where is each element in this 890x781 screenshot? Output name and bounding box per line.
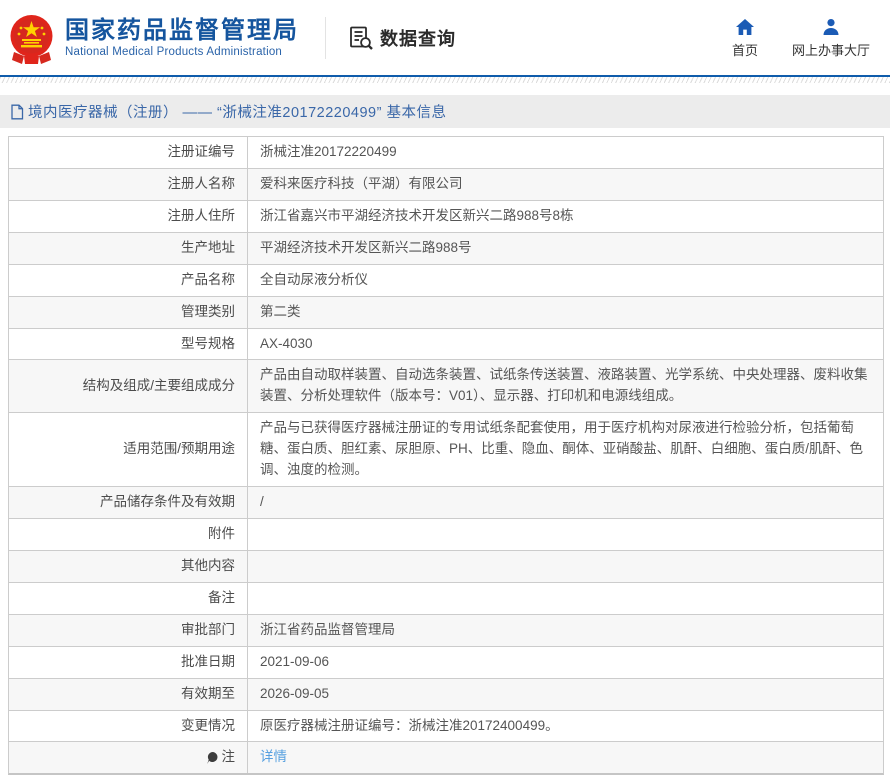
field-label-text: 批准日期 bbox=[181, 652, 235, 673]
table-row: 注册人住所 浙江省嘉兴市平湖经济技术开发区新兴二路988号8栋 bbox=[9, 200, 883, 232]
field-label: 批准日期 bbox=[9, 647, 248, 678]
header-nav: 首页 网上办事大厅 bbox=[732, 17, 876, 59]
table-row: 注 详情 bbox=[9, 741, 883, 773]
table-row: 管理类别 第二类 bbox=[9, 296, 883, 328]
field-label: 备注 bbox=[9, 583, 248, 614]
table-row: 型号规格 AX-4030 bbox=[9, 328, 883, 360]
field-value: / bbox=[248, 487, 883, 518]
field-value: 2021-09-06 bbox=[248, 647, 883, 678]
table-row: 附件 bbox=[9, 518, 883, 550]
table-row: 结构及组成/主要组成成分 产品由自动取样装置、自动选条装置、试纸条传送装置、液路… bbox=[9, 359, 883, 412]
field-value: 2026-09-05 bbox=[248, 679, 883, 710]
nav-service-hall[interactable]: 网上办事大厅 bbox=[792, 17, 870, 59]
field-value: 平湖经济技术开发区新兴二路988号 bbox=[248, 233, 883, 264]
user-icon bbox=[821, 17, 841, 37]
org-name-en: National Medical Products Administration bbox=[65, 46, 299, 58]
doc-search-icon bbox=[348, 25, 374, 51]
table-row: 生产地址 平湖经济技术开发区新兴二路988号 bbox=[9, 232, 883, 264]
field-value: 第二类 bbox=[248, 297, 883, 328]
table-row: 备注 bbox=[9, 582, 883, 614]
field-label-text: 结构及组成/主要组成成分 bbox=[83, 376, 235, 397]
field-value bbox=[248, 583, 883, 614]
field-label: 产品名称 bbox=[9, 265, 248, 296]
field-label: 审批部门 bbox=[9, 615, 248, 646]
field-label-text: 附件 bbox=[208, 524, 235, 545]
field-label: 注册证编号 bbox=[9, 137, 248, 168]
field-label: 生产地址 bbox=[9, 233, 248, 264]
field-label-text: 其他内容 bbox=[181, 556, 235, 577]
field-label-text: 审批部门 bbox=[181, 620, 235, 641]
field-label-text: 管理类别 bbox=[181, 302, 235, 323]
table-row: 注册人名称 爱科来医疗科技（平湖）有限公司 bbox=[9, 168, 883, 200]
table-row: 注册证编号 浙械注准20172220499 bbox=[9, 137, 883, 168]
field-label-text: 产品储存条件及有效期 bbox=[100, 492, 235, 513]
field-value: 原医疗器械注册证编号：浙械注准20172400499。 bbox=[248, 711, 883, 742]
document-icon bbox=[10, 104, 24, 120]
nav-service-hall-label: 网上办事大厅 bbox=[792, 40, 870, 59]
field-label-text: 生产地址 bbox=[181, 238, 235, 259]
page-header: 国家药品监督管理局 National Medical Products Admi… bbox=[0, 0, 890, 75]
field-label: 注册人住所 bbox=[9, 201, 248, 232]
field-value: 浙江省药品监督管理局 bbox=[248, 615, 883, 646]
org-name-cn: 国家药品监督管理局 bbox=[65, 17, 299, 45]
field-value: 浙械注准20172220499 bbox=[248, 137, 883, 168]
field-label: 管理类别 bbox=[9, 297, 248, 328]
page-title: 境内医疗器械（注册） —— “浙械注准20172220499” 基本信息 bbox=[28, 101, 446, 122]
field-value: 产品由自动取样装置、自动选条装置、试纸条传送装置、液路装置、光学系统、中央处理器… bbox=[248, 360, 883, 412]
field-value: 爱科来医疗科技（平湖）有限公司 bbox=[248, 169, 883, 200]
field-label-text: 注 bbox=[222, 747, 236, 768]
header-divider bbox=[325, 17, 326, 59]
table-row: 产品储存条件及有效期 / bbox=[9, 486, 883, 518]
field-value: 产品与已获得医疗器械注册证的专用试纸条配套使用，用于医疗机构对尿液进行检验分析，… bbox=[248, 413, 883, 486]
field-label: 有效期至 bbox=[9, 679, 248, 710]
field-label: 注册人名称 bbox=[9, 169, 248, 200]
data-query-label: 数据查询 bbox=[380, 25, 456, 51]
field-label-text: 变更情况 bbox=[181, 716, 235, 737]
table-row: 产品名称 全自动尿液分析仪 bbox=[9, 264, 883, 296]
field-label: 型号规格 bbox=[9, 329, 248, 360]
field-value bbox=[248, 519, 883, 550]
field-label-text: 适用范围/预期用途 bbox=[123, 439, 235, 460]
nmpa-emblem-logo bbox=[8, 12, 55, 64]
breadcrumb: 境内医疗器械（注册） —— “浙械注准20172220499” 基本信息 bbox=[0, 95, 890, 128]
home-icon bbox=[735, 17, 755, 37]
field-label-text: 产品名称 bbox=[181, 270, 235, 291]
table-row: 有效期至 2026-09-05 bbox=[9, 678, 883, 710]
table-row: 批准日期 2021-09-06 bbox=[9, 646, 883, 678]
table-row: 审批部门 浙江省药品监督管理局 bbox=[9, 614, 883, 646]
field-label-text: 备注 bbox=[208, 588, 235, 609]
table-row: 变更情况 原医疗器械注册证编号：浙械注准20172400499。 bbox=[9, 710, 883, 742]
field-value bbox=[248, 551, 883, 582]
nav-home-label: 首页 bbox=[732, 40, 758, 59]
field-label-text: 注册人住所 bbox=[168, 206, 236, 227]
field-label: 变更情况 bbox=[9, 711, 248, 742]
org-title-block: 国家药品监督管理局 National Medical Products Admi… bbox=[65, 17, 299, 59]
table-row: 适用范围/预期用途 产品与已获得医疗器械注册证的专用试纸条配套使用，用于医疗机构… bbox=[9, 412, 883, 486]
bottom-spacer bbox=[0, 775, 890, 781]
field-label: 注 bbox=[9, 742, 248, 773]
nav-home[interactable]: 首页 bbox=[732, 17, 758, 59]
field-label-text: 注册人名称 bbox=[168, 174, 236, 195]
field-value: 详情 bbox=[248, 742, 883, 773]
details-link[interactable]: 详情 bbox=[260, 749, 287, 764]
pin-icon bbox=[206, 751, 219, 765]
hatch-strip bbox=[0, 77, 890, 83]
field-value: 浙江省嘉兴市平湖经济技术开发区新兴二路988号8栋 bbox=[248, 201, 883, 232]
field-label: 结构及组成/主要组成成分 bbox=[9, 360, 248, 412]
field-label-text: 型号规格 bbox=[181, 334, 235, 355]
field-value: AX-4030 bbox=[248, 329, 883, 360]
registration-info-table: 注册证编号 浙械注准20172220499 注册人名称 爱科来医疗科技（平湖）有… bbox=[8, 136, 884, 775]
field-label: 附件 bbox=[9, 519, 248, 550]
data-query-section[interactable]: 数据查询 bbox=[348, 25, 456, 51]
field-label-text: 注册证编号 bbox=[168, 142, 236, 163]
field-label: 其他内容 bbox=[9, 551, 248, 582]
table-row: 其他内容 bbox=[9, 550, 883, 582]
field-label-text: 有效期至 bbox=[181, 684, 235, 705]
field-label: 适用范围/预期用途 bbox=[9, 413, 248, 486]
field-value: 全自动尿液分析仪 bbox=[248, 265, 883, 296]
field-label: 产品储存条件及有效期 bbox=[9, 487, 248, 518]
